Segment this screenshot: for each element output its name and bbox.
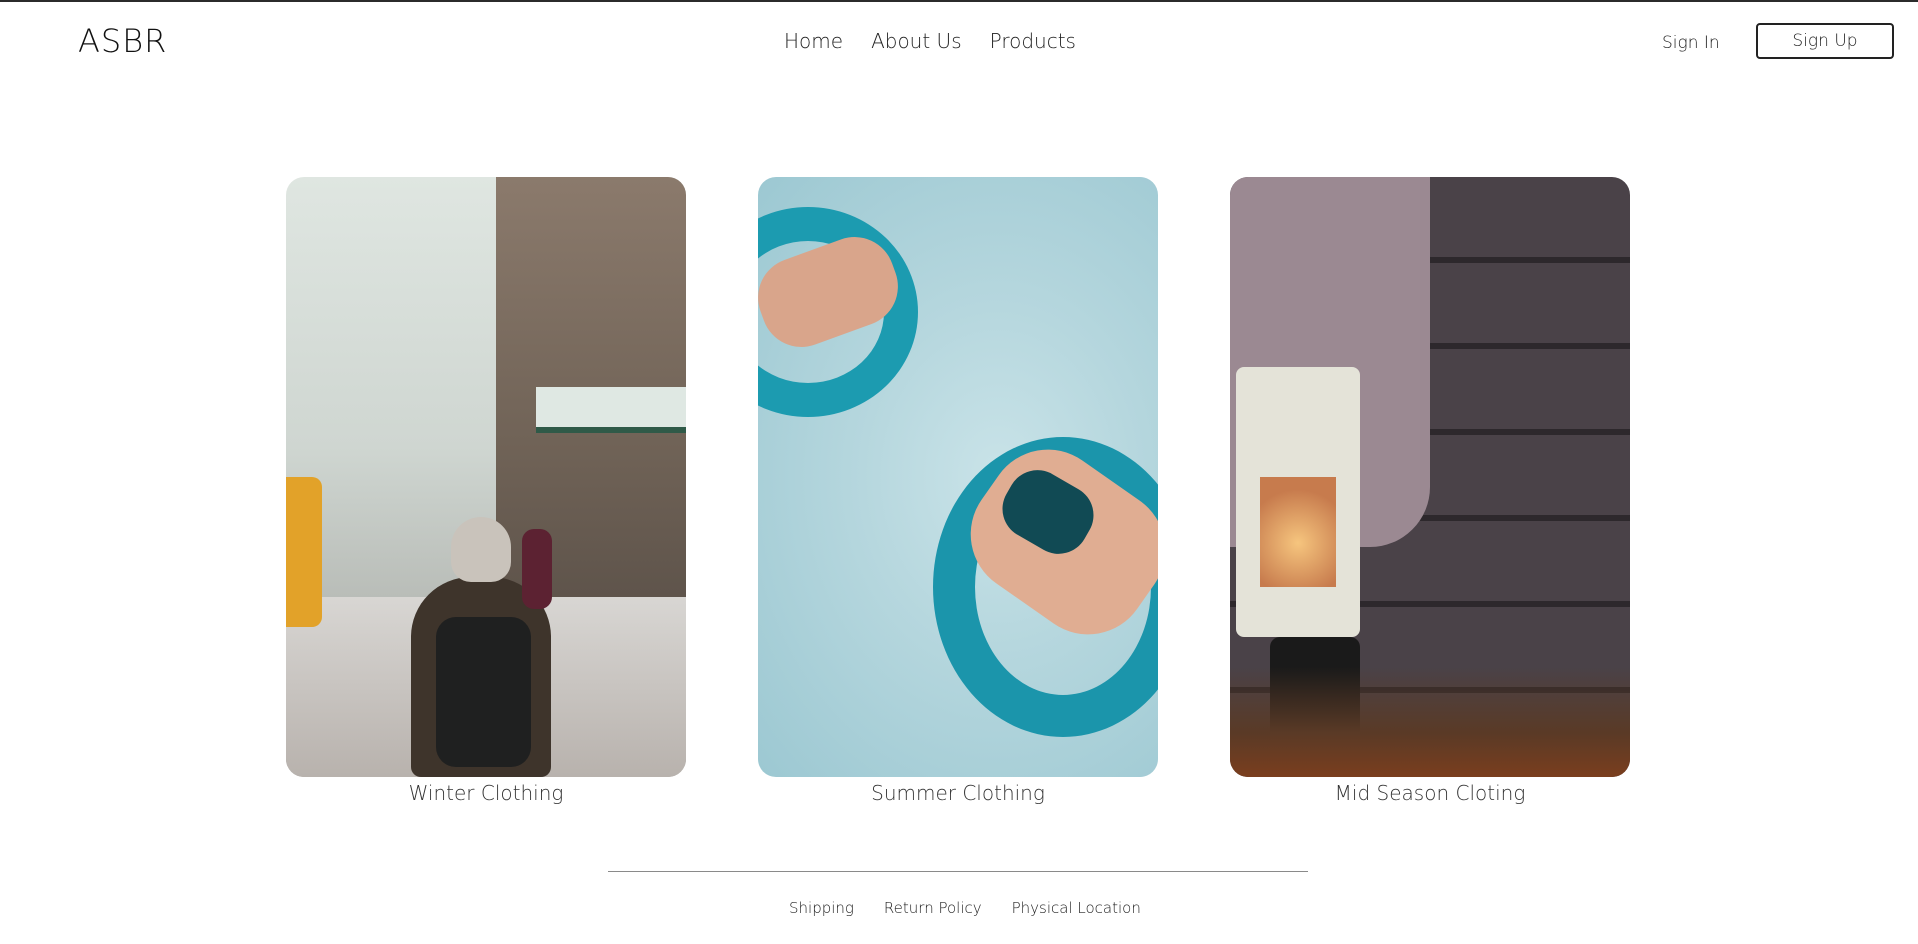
photo-taxi [286, 477, 322, 627]
page: ASBR Home About Us Products Sign In Sign… [0, 0, 1918, 944]
photo-autumn-leaves [1230, 667, 1630, 777]
main-nav: Home About Us Products [784, 29, 1076, 53]
footer-physical-location-link[interactable]: Physical Location [1012, 899, 1141, 917]
photo-backpack [436, 617, 531, 767]
winter-clothing-image[interactable] [286, 177, 686, 777]
footer-nav: Shipping Return Policy Physical Location [789, 899, 1141, 917]
footer-divider [608, 871, 1308, 872]
photo-candle-glow [1260, 477, 1336, 587]
category-card-winter[interactable]: Winter Clothing [286, 177, 686, 805]
category-caption[interactable]: Winter Clothing [286, 781, 686, 805]
site-header: ASBR Home About Us Products Sign In Sign… [0, 2, 1918, 82]
brand-logo[interactable]: ASBR [78, 22, 167, 60]
sign-in-link[interactable]: Sign In [1662, 33, 1720, 53]
footer-shipping-link[interactable]: Shipping [789, 899, 854, 917]
midseason-clothing-image[interactable] [1230, 177, 1630, 777]
photo-awning [536, 387, 686, 433]
category-card-midseason[interactable]: Mid Season Cloting [1230, 177, 1630, 805]
sign-up-button[interactable]: Sign Up [1756, 23, 1894, 59]
footer-return-policy-link[interactable]: Return Policy [884, 899, 982, 917]
photo-pedestrian [522, 529, 552, 609]
category-caption[interactable]: Mid Season Cloting [1230, 781, 1630, 805]
category-card-summer[interactable]: Summer Clothing [758, 177, 1158, 805]
nav-home-link[interactable]: Home [784, 29, 843, 53]
nav-products-link[interactable]: Products [990, 29, 1076, 53]
category-caption[interactable]: Summer Clothing [758, 781, 1158, 805]
summer-clothing-image[interactable] [758, 177, 1158, 777]
photo-knit-hat [451, 517, 511, 582]
nav-about-link[interactable]: About Us [871, 29, 962, 53]
